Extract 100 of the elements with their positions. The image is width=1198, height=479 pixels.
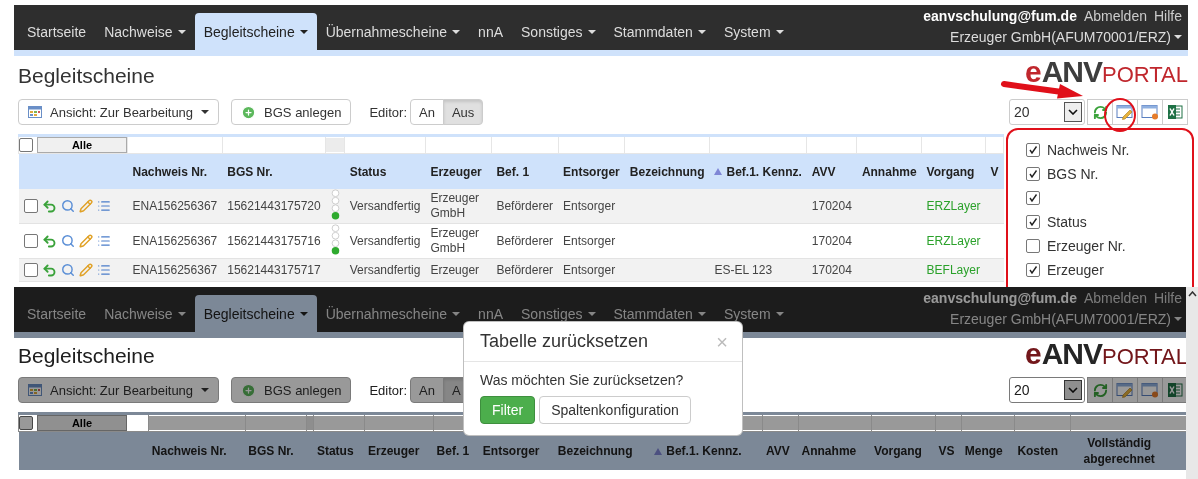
refresh-button[interactable] [1087, 377, 1113, 403]
nav-tab[interactable]: Nachweise [95, 295, 195, 332]
return-arrow-icon[interactable] [41, 233, 57, 249]
pencil-icon[interactable] [78, 199, 93, 213]
nav-tab[interactable]: Nachweise [95, 13, 195, 50]
menu-item-label[interactable]: Erzeuger Nr. [1047, 238, 1126, 254]
toggle-option[interactable]: Aus [442, 99, 484, 125]
filter-field[interactable] [149, 416, 245, 430]
scrollbar[interactable] [1186, 287, 1198, 479]
view-dropdown[interactable]: Ansicht: Zur Bearbeitung [18, 377, 220, 403]
reset-table-button[interactable] [1137, 99, 1163, 125]
column-checkbox[interactable] [1026, 215, 1040, 229]
dialog-button[interactable]: Spaltenkonfiguration [539, 396, 691, 424]
create-button[interactable]: BGS anlegen [231, 377, 352, 403]
select-all-checkbox[interactable] [19, 138, 33, 152]
column-checkbox[interactable] [1026, 263, 1040, 277]
filter-field[interactable] [314, 416, 365, 430]
caret-icon [1174, 317, 1182, 321]
select-all-button[interactable]: Alle [37, 137, 127, 153]
row-checkbox[interactable] [23, 234, 38, 248]
list-icon[interactable] [96, 234, 111, 248]
page-size-select[interactable]: 20 [1009, 377, 1085, 403]
column-config-button[interactable] [1112, 99, 1138, 125]
column-checkbox[interactable] [1026, 191, 1040, 205]
column-checkbox[interactable] [1026, 239, 1040, 253]
nav-tab[interactable]: Übernahmescheine [316, 13, 470, 50]
caret-icon [299, 29, 308, 34]
nav-tab[interactable]: Begleitscheine [194, 13, 317, 50]
search-icon[interactable] [60, 199, 75, 213]
toggle-option[interactable]: An [410, 377, 444, 403]
list-icon[interactable] [96, 199, 111, 213]
table-cell: 15621443175716 [227, 233, 321, 249]
view-dropdown[interactable]: Ansicht: Zur Bearbeitung [18, 99, 220, 125]
row-checkbox[interactable] [23, 263, 38, 277]
nav-link[interactable]: Hilfe [1154, 290, 1182, 306]
editor-label: Editor: [369, 104, 407, 120]
pencil-icon[interactable] [78, 234, 93, 248]
filter-field[interactable] [245, 416, 307, 430]
nav-tab[interactable]: Stammdaten [604, 13, 715, 50]
nav-tab[interactable]: Übernahmescheine [316, 295, 470, 332]
scroll-up-icon[interactable] [1187, 291, 1197, 297]
list-icon[interactable] [96, 263, 111, 277]
pencil-icon[interactable] [78, 263, 93, 277]
filter-field[interactable] [365, 416, 434, 430]
nav-link[interactable]: Abmelden [1083, 8, 1147, 24]
export-button[interactable] [1162, 377, 1188, 403]
toggle-option[interactable]: An [410, 99, 444, 125]
caret-icon [177, 29, 186, 34]
table-cell-text: Erzeuger GmbH [430, 226, 481, 256]
search-icon[interactable] [60, 234, 75, 248]
table-cell: 170204 [811, 262, 852, 278]
table-cell: Entsorger [563, 262, 616, 278]
chevron-down-icon [1068, 109, 1078, 115]
return-arrow-icon[interactable] [41, 262, 57, 278]
column-checkbox[interactable] [1026, 167, 1040, 181]
filter-field[interactable] [1014, 416, 1070, 430]
caret-icon [697, 311, 706, 316]
table-cell: ENA156256367 [132, 198, 218, 214]
nav-tab[interactable]: Stammdaten [604, 295, 715, 332]
nav-link[interactable]: Hilfe [1154, 8, 1182, 24]
page-size-select[interactable]: 20 [1009, 99, 1085, 125]
nav-link[interactable]: Abmelden [1083, 290, 1147, 306]
select-all-checkbox[interactable] [19, 416, 33, 430]
nav-tab[interactable]: System [714, 13, 793, 50]
column-config-button[interactable] [1112, 377, 1138, 403]
nav-tab[interactable]: System [714, 295, 793, 332]
organization-menu[interactable]: Erzeuger GmbH(AFUM70001/ERZ) [950, 29, 1182, 45]
nav-tab[interactable]: Begleitscheine [194, 295, 317, 332]
filter-field[interactable] [962, 416, 1014, 430]
organization-menu[interactable]: Erzeuger GmbH(AFUM70001/ERZ) [950, 311, 1182, 327]
menu-item-label[interactable]: BGS Nr. [1047, 166, 1099, 182]
column-checkbox[interactable] [1026, 143, 1040, 157]
filter-field[interactable] [763, 416, 799, 430]
filter-field[interactable] [871, 416, 935, 430]
caret-icon [201, 388, 210, 392]
logo: eANVPORTAL [1024, 58, 1188, 89]
menu-item-label[interactable]: Erzeuger [1047, 262, 1104, 278]
refresh-button[interactable] [1087, 99, 1113, 125]
filter-field[interactable] [935, 416, 962, 430]
menu-item-label[interactable]: Status [1047, 214, 1087, 230]
filter-field[interactable] [1070, 416, 1187, 430]
filter-field[interactable] [799, 416, 871, 430]
caret-icon [697, 29, 706, 34]
row-checkbox[interactable] [23, 199, 38, 213]
nav-tab[interactable]: Startseite [18, 13, 96, 50]
export-button[interactable] [1162, 99, 1188, 125]
menu-item-label[interactable]: Nachweis Nr. [1047, 142, 1130, 158]
search-icon[interactable] [60, 263, 75, 277]
nav-tab[interactable]: Sonstiges [512, 295, 605, 332]
create-button[interactable]: BGS anlegen [231, 99, 352, 125]
table-cell: Beförderer [496, 233, 554, 249]
nav-tab[interactable]: Startseite [18, 295, 96, 332]
table-cell: 170204 [811, 233, 852, 249]
table-cell: Entsorger [563, 233, 616, 249]
dialog-title: Tabelle zurücksetzen [480, 331, 649, 352]
nav-tab[interactable]: nnA [469, 13, 512, 50]
caret-icon [201, 110, 210, 114]
return-arrow-icon[interactable] [41, 198, 57, 214]
select-all-button[interactable]: Alle [37, 415, 127, 431]
nav-tab[interactable]: Sonstiges [512, 13, 605, 50]
